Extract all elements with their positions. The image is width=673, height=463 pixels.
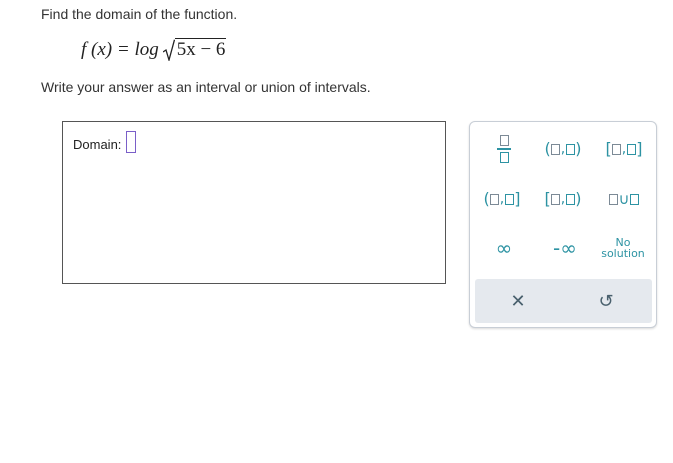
no-solution-line2: solution: [601, 247, 645, 260]
no-solution-button[interactable]: No solution: [598, 232, 648, 264]
box-icon: [627, 143, 637, 155]
open-open-interval-button[interactable]: ( , ): [540, 136, 586, 162]
domain-input[interactable]: [126, 131, 136, 153]
infinity-button[interactable]: ∞: [484, 234, 524, 262]
negative-infinity-button[interactable]: -∞: [542, 234, 588, 262]
box-icon: [630, 193, 640, 205]
box-icon: [611, 143, 621, 155]
box-icon: [608, 193, 618, 205]
clear-button[interactable]: ✕: [497, 287, 539, 315]
box-icon: [566, 193, 576, 205]
denominator-box-icon: [499, 151, 509, 163]
keypad-action-bar: ✕ ↺: [475, 279, 652, 323]
square-root: 5x − 6: [162, 38, 227, 61]
radical-sign-icon: [162, 39, 175, 61]
question-prompt: Find the domain of the function.: [41, 6, 238, 22]
comma: ,: [560, 141, 566, 157]
closed-open-interval-button[interactable]: [ , ): [540, 186, 586, 212]
numerator-box-icon: [499, 135, 509, 147]
box-icon: [489, 193, 499, 205]
formula-radicand: 5x − 6: [174, 38, 227, 60]
box-icon: [550, 193, 560, 205]
comma: ,: [499, 191, 505, 207]
close-paren: ): [575, 189, 582, 208]
box-icon: [505, 193, 515, 205]
box-icon: [566, 143, 576, 155]
undo-button[interactable]: ↺: [585, 287, 627, 315]
box-icon: [550, 143, 560, 155]
closed-closed-interval-button[interactable]: [ , ]: [601, 136, 647, 162]
function-formula: f (x) = log 5x − 6: [81, 38, 227, 61]
math-keypad: ( , ) [ , ] ( , ] [ , ) ∪ ∞ -∞ No soluti…: [469, 121, 657, 328]
formula-lhs: f (x) = log: [81, 39, 159, 60]
fraction-button[interactable]: [492, 134, 516, 164]
answer-area[interactable]: Domain:: [62, 121, 446, 284]
close-paren: ): [575, 139, 582, 158]
comma: ,: [621, 141, 627, 157]
open-closed-interval-button[interactable]: ( , ]: [479, 186, 525, 212]
close-bracket: ]: [636, 139, 643, 158]
fraction-bar-icon: [497, 148, 511, 150]
comma: ,: [560, 191, 566, 207]
close-bracket: ]: [514, 189, 521, 208]
undo-icon: ↺: [598, 290, 614, 312]
close-icon: ✕: [510, 290, 526, 312]
union-button[interactable]: ∪: [601, 186, 647, 212]
answer-instruction: Write your answer as an interval or unio…: [41, 79, 371, 95]
domain-label: Domain:: [73, 137, 122, 152]
union-symbol: ∪: [618, 190, 630, 208]
